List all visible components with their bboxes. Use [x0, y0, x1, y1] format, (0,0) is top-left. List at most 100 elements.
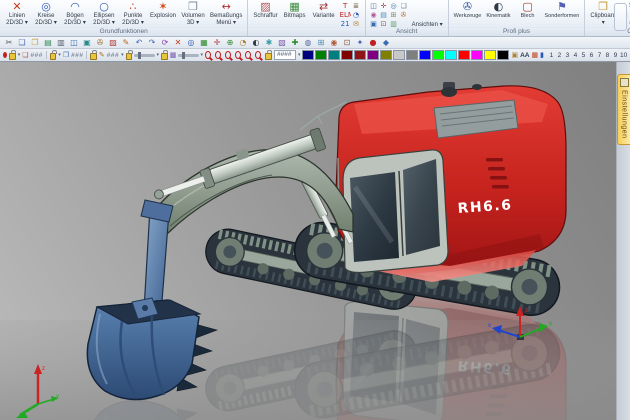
toolbar-icon[interactable]: ✇: [94, 38, 106, 48]
color-swatch[interactable]: [406, 50, 418, 60]
ribbon-button[interactable]: ◐ Kinematik: [484, 1, 512, 20]
ibeam-icon[interactable]: ▮: [540, 51, 544, 60]
ribbon-button[interactable]: ∴ Punkte 2D/3D ▾: [119, 1, 147, 26]
toolbar-icon[interactable]: ▥: [55, 38, 67, 48]
ribbon-corner-button[interactable]: [614, 3, 627, 31]
color-swatch[interactable]: [458, 50, 470, 60]
level-number-button[interactable]: 4: [572, 52, 579, 59]
level-number-button[interactable]: 3: [564, 52, 571, 59]
toolbar-icon[interactable]: ▧: [276, 38, 288, 48]
toolbar-icon[interactable]: ◔: [237, 38, 249, 48]
toolbar-icon[interactable]: ✛: [211, 38, 223, 48]
gradient-icon[interactable]: ▩: [170, 51, 177, 60]
color-swatch[interactable]: [445, 50, 457, 60]
ribbon-button[interactable]: ⇄ Variante: [310, 1, 338, 20]
toolbar-icon[interactable]: ▤: [42, 38, 54, 48]
zoom-window-icon[interactable]: [225, 51, 231, 59]
toolbar-icon[interactable]: ❐: [29, 38, 41, 48]
level-number-button[interactable]: 1: [548, 52, 555, 59]
ribbon-button[interactable]: ✕ Linien 2D/3D ▾: [3, 1, 31, 26]
level-number-button[interactable]: 9: [612, 52, 619, 59]
view-tool-icon[interactable]: ✇: [399, 11, 409, 20]
color-grid-icon[interactable]: ▦: [532, 51, 539, 60]
toolbar-icon[interactable]: ◎: [185, 38, 197, 48]
view-tool-icon[interactable]: ◎: [389, 2, 399, 11]
level-number-button[interactable]: 8: [604, 52, 611, 59]
layer-field[interactable]: ###: [31, 52, 43, 59]
toolbar-icon[interactable]: ⊞: [315, 38, 327, 48]
toolbar-icon[interactable]: ◫: [68, 38, 80, 48]
level-number-button[interactable]: 6: [588, 52, 595, 59]
ribbon-button[interactable]: ◎ Kreise 2D/3D ▾: [32, 1, 60, 26]
color-swatch[interactable]: [315, 50, 327, 60]
toolbar-icon[interactable]: ◆: [380, 38, 392, 48]
toolbar-icon[interactable]: ✱: [263, 38, 275, 48]
font-aa-button[interactable]: AA: [520, 52, 529, 59]
color-swatch[interactable]: [471, 50, 483, 60]
ribbon-button[interactable]: ↔ Bemaßungs Menü ▾: [208, 1, 244, 26]
ribbon-button[interactable]: ▨ Schraffur: [251, 1, 279, 20]
toolbar-icon[interactable]: ✕: [172, 38, 184, 48]
layer-icon[interactable]: ❏: [22, 51, 28, 60]
zoom-prev-icon[interactable]: [245, 51, 251, 59]
ribbon-button[interactable]: ◠ Bögen 2D/3D ▾: [61, 1, 89, 26]
toolbar-icon[interactable]: ◉: [328, 38, 340, 48]
scale-input[interactable]: ####: [274, 50, 296, 60]
level-number-button[interactable]: 2: [556, 52, 563, 59]
mini-tool-icon[interactable]: T: [340, 2, 351, 11]
toolbar-icon[interactable]: ✚: [289, 38, 301, 48]
lock-icon[interactable]: [126, 53, 133, 60]
color-swatch[interactable]: [432, 50, 444, 60]
zoom-all-icon[interactable]: [235, 51, 241, 59]
view-tool-icon[interactable]: ◉: [369, 11, 379, 20]
toolbar-icon[interactable]: ↶: [133, 38, 145, 48]
toolbar-icon[interactable]: ▦: [198, 38, 210, 48]
lock-icon[interactable]: [90, 53, 97, 60]
toolbar-icon[interactable]: ▨: [107, 38, 119, 48]
mini-tool-icon[interactable]: ◔: [351, 11, 362, 20]
mini-tool-icon[interactable]: ELM: [340, 11, 351, 20]
toolbar-icon[interactable]: ✦: [354, 38, 366, 48]
viewport[interactable]: RH6.6: [0, 62, 630, 420]
color-swatch[interactable]: [354, 50, 366, 60]
pen-field[interactable]: ###: [107, 52, 119, 59]
ribbon-button[interactable]: ❒ Volumen 3D ▾: [179, 1, 207, 26]
toolbar-icon[interactable]: ⟳: [159, 38, 171, 48]
level-number-button[interactable]: 5: [580, 52, 587, 59]
toolbar-icon[interactable]: ✎: [120, 38, 132, 48]
toolbar-icon[interactable]: ◐: [250, 38, 262, 48]
ribbon-button[interactable]: ✶ Explosion: [148, 1, 178, 20]
record-dot-icon[interactable]: [3, 52, 7, 58]
view-tool-icon[interactable]: ✛: [379, 2, 389, 11]
zoom-pan-icon[interactable]: [255, 51, 261, 59]
color-swatch[interactable]: [380, 50, 392, 60]
level-number-button[interactable]: 10: [620, 52, 627, 59]
color-swatch[interactable]: [393, 50, 405, 60]
toolbar-icon[interactable]: ◍: [302, 38, 314, 48]
color-swatch[interactable]: [419, 50, 431, 60]
ribbon-button[interactable]: ⚑ Sonderformen: [543, 1, 582, 20]
group-icon[interactable]: ❐: [63, 51, 69, 60]
ribbon-button[interactable]: ○ Ellipsen 2D/3D ▾: [90, 1, 118, 26]
lock-icon[interactable]: [161, 53, 168, 60]
toolbar-icon[interactable]: ✂: [3, 38, 15, 48]
color-swatch[interactable]: [328, 50, 340, 60]
mini-tool-icon[interactable]: ≣: [351, 2, 362, 11]
level-number-button[interactable]: 7: [596, 52, 603, 59]
palette-icon[interactable]: ▣: [511, 51, 518, 60]
toolbar-icon[interactable]: ⊕: [224, 38, 236, 48]
ribbon-button[interactable]: ▢ Blech: [514, 1, 542, 20]
lock-icon[interactable]: [265, 53, 272, 60]
color-swatch[interactable]: [484, 50, 496, 60]
toolbar-icon[interactable]: ❏: [16, 38, 28, 48]
linewidth-slider[interactable]: [134, 54, 154, 57]
color-swatch[interactable]: [341, 50, 353, 60]
toolbar-icon[interactable]: ↷: [146, 38, 158, 48]
group-field[interactable]: ###: [71, 52, 83, 59]
color-swatch[interactable]: [497, 50, 509, 60]
pen-icon[interactable]: ✎: [99, 51, 105, 60]
zoom-in-icon[interactable]: [205, 51, 211, 59]
view-tool-icon[interactable]: ⊞: [389, 11, 399, 20]
ribbon-button[interactable]: ✇ Werkzeuge: [452, 1, 484, 20]
zoom-out-icon[interactable]: [215, 51, 221, 59]
